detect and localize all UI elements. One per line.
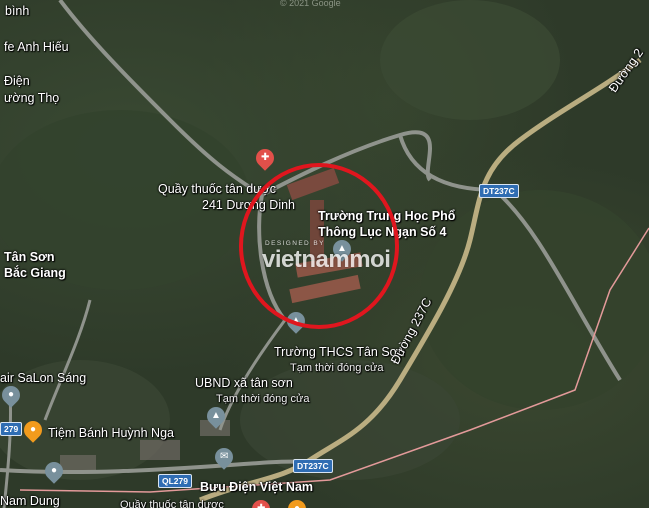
satellite-map[interactable]: © 2021 Google bình fe Anh Hiếu Điện ường…	[0, 0, 649, 508]
highlight-circle	[239, 163, 399, 329]
label-truong-thcs[interactable]: Trường THCS Tân Sơn	[274, 345, 405, 359]
road-shield-279: 279	[0, 422, 23, 436]
label-ubnd[interactable]: UBND xã tân sơn	[195, 376, 293, 390]
road-shield-dt237c: DT237C	[479, 184, 519, 198]
road-shield-dt237c: DT237C	[293, 459, 333, 473]
label-salon[interactable]: air SaLon Sáng	[0, 371, 86, 385]
label-cafe-anh-hieu[interactable]: fe Anh Hiếu	[4, 40, 69, 54]
road-shield-ql279: QL279	[158, 474, 192, 488]
label-truong-thcs-status: Tạm thời đóng cửa	[290, 362, 384, 374]
label-ubnd-status: Tạm thời đóng cửa	[216, 393, 310, 405]
label-nam-dung[interactable]: Nam Dung	[0, 494, 60, 508]
label-tiem-banh[interactable]: Tiệm Bánh Huỳnh Nga	[48, 426, 174, 440]
label-bac-giang[interactable]: Bắc Giang	[4, 266, 66, 280]
label-duong-tho: ường Thọ	[4, 91, 60, 105]
label-binh[interactable]: bình	[5, 4, 29, 18]
label-tan-son[interactable]: Tân Sơn	[4, 250, 55, 264]
label-buu-dien[interactable]: Bưu Điện Việt Nam	[200, 480, 313, 494]
map-copyright: © 2021 Google	[280, 0, 341, 8]
label-dien: Điện	[4, 74, 30, 88]
label-quay-thuoc-bottom[interactable]: Quầy thuốc tân dược	[120, 498, 224, 508]
